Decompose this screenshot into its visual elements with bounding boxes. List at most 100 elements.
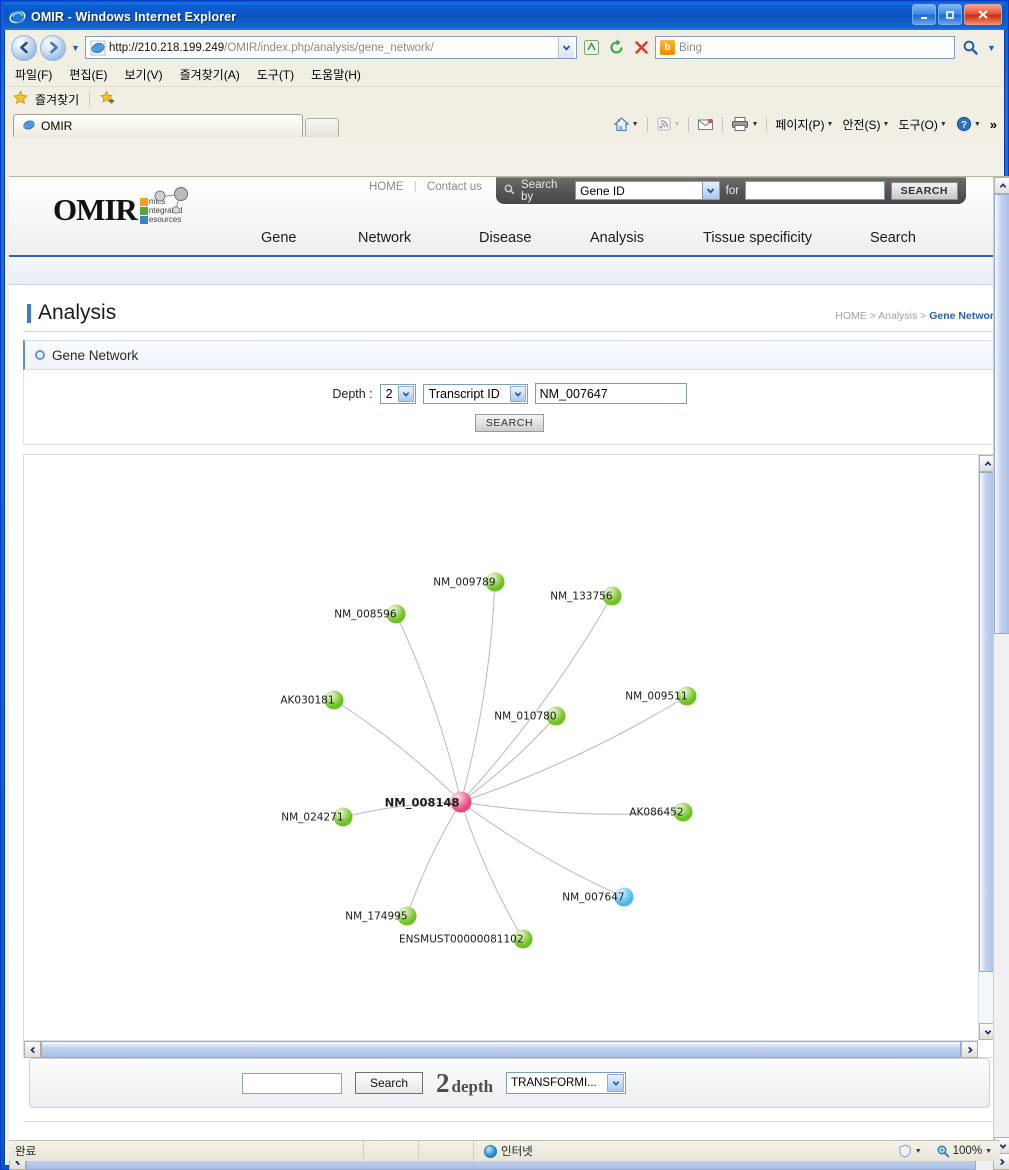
security-zone[interactable]: 인터넷 (474, 1143, 543, 1159)
recent-pages-chevron-icon[interactable]: ▼ (69, 43, 82, 53)
add-to-favorites-icon[interactable] (100, 90, 115, 108)
back-button[interactable] (11, 34, 37, 61)
nav-item-gene[interactable]: Gene (261, 230, 296, 246)
chevron-down-icon (509, 385, 526, 402)
menu-item-edit[interactable]: 편집(E) (69, 66, 107, 83)
search-icon (504, 182, 515, 200)
link-home[interactable]: HOME (369, 181, 404, 193)
graph-scroll-right-button[interactable] (961, 1041, 978, 1058)
id-type-select[interactable]: Transcript ID (422, 383, 528, 404)
site-search-input[interactable] (745, 181, 885, 200)
nav-item-search[interactable]: Search (870, 230, 916, 246)
command-bar-overflow[interactable]: » (987, 117, 1000, 132)
nav-item-analysis[interactable]: Analysis (590, 230, 644, 246)
gene-network-canvas[interactable]: NM_008148 NM_009789 NM_008596 NM_133756 AK03… (24, 455, 978, 1040)
mail-icon[interactable] (694, 117, 717, 132)
tab-omir[interactable]: OMIR (13, 114, 303, 137)
zoom-control[interactable]: 100% ▼ (928, 1144, 1000, 1158)
menu-item-file[interactable]: 파일(F) (15, 66, 52, 83)
search-type-select[interactable]: Gene ID (575, 181, 720, 200)
compatibility-view-icon[interactable] (580, 36, 602, 59)
section-header-gene-network: Gene Network (23, 340, 996, 370)
command-tools-menu[interactable]: 도구(O) ▼ (895, 116, 949, 133)
command-page-menu[interactable]: 페이지(P) ▼ (772, 116, 836, 133)
network-node-ensmust00000081102[interactable]: ENSMUST00000081102 (399, 929, 533, 949)
nav-item-tissue-specificity[interactable]: Tissue specificity (703, 230, 812, 246)
nav-item-network[interactable]: Network (358, 230, 411, 246)
print-icon[interactable]: ▼ (728, 116, 761, 132)
network-node-nm_024271[interactable]: NM_024271 (281, 807, 353, 827)
print-chevron-icon[interactable]: ▼ (751, 121, 758, 128)
gene-id-input[interactable]: NM_007647 (534, 383, 687, 404)
search-button[interactable]: SEARCH (474, 414, 545, 432)
id-type-value: Transcript ID (428, 386, 500, 401)
page-vertical-scrollbar[interactable] (993, 177, 1009, 1153)
menu-item-favorites[interactable]: 즐겨찾기(A) (180, 66, 240, 83)
new-tab-button[interactable] (305, 118, 339, 137)
protected-mode-icon[interactable]: ▼ (892, 1141, 928, 1161)
network-node-nm_008596[interactable]: NM_008596 (334, 604, 406, 624)
close-button[interactable] (964, 4, 1002, 25)
network-node-nm_007647[interactable]: NM_007647 (562, 887, 634, 907)
chevron-down-icon[interactable]: ▼ (915, 1148, 922, 1155)
network-node-nm_008148[interactable]: NM_008148 (385, 791, 472, 813)
page-favicon-icon (90, 40, 106, 56)
graph-horizontal-scrollbar[interactable] (24, 1040, 978, 1058)
node-label: NM_010780 (494, 710, 557, 722)
menu-item-help[interactable]: 도움말(H) (311, 66, 361, 83)
search-go-icon[interactable] (958, 36, 982, 59)
home-icon[interactable]: ▼ (610, 116, 642, 133)
search-provider-chevron-icon[interactable]: ▼ (985, 43, 998, 53)
gene-name-select[interactable]: TRANSFORMI... (506, 1072, 627, 1094)
tab-favicon-icon (22, 118, 36, 135)
network-node-nm_133756[interactable]: NM_133756 (550, 586, 622, 606)
browser-search-input[interactable]: b Bing (655, 36, 955, 59)
address-input[interactable]: http://210.218.199.249/OMIR/index.php/an… (85, 36, 577, 59)
gene-network-form: Depth : 2 Transcript ID NM_007647 SEARCH (23, 370, 996, 445)
minimize-button[interactable] (912, 4, 936, 25)
network-node-nm_009511[interactable]: NM_009511 (625, 686, 697, 706)
site-search-button[interactable]: SEARCH (890, 181, 958, 200)
network-node-ak030181[interactable]: AK030181 (280, 690, 344, 710)
chevron-down-icon: ▼ (826, 120, 834, 128)
nav-item-disease[interactable]: Disease (479, 230, 531, 246)
stop-icon[interactable] (630, 36, 652, 59)
favorites-bar-label[interactable]: 즐겨찾기 (35, 91, 79, 108)
menu-item-tools[interactable]: 도구(T) (257, 66, 294, 83)
graph-hscroll-thumb[interactable] (41, 1041, 961, 1058)
network-node-nm_010780[interactable]: NM_010780 (494, 706, 566, 726)
breadcrumb-path[interactable]: HOME > Analysis > (835, 310, 929, 322)
node-label: NM_008596 (334, 608, 397, 620)
graph-search-button[interactable]: Search (355, 1072, 424, 1094)
rss-feeds-icon[interactable]: ▼ (653, 116, 684, 132)
chevron-down-icon: ▼ (882, 120, 890, 128)
refresh-icon[interactable] (605, 36, 627, 59)
help-icon[interactable]: ? ▼ (953, 116, 984, 132)
chevron-down-icon (701, 182, 719, 199)
forward-button[interactable] (40, 34, 66, 61)
command-safety-menu[interactable]: 안전(S) ▼ (839, 116, 892, 133)
address-dropdown-icon[interactable] (558, 37, 574, 58)
status-text: 완료 (15, 1146, 37, 1158)
page-scroll-up-button[interactable] (994, 177, 1009, 194)
menu-item-view[interactable]: 보기(V) (124, 66, 162, 83)
star-icon (13, 90, 28, 108)
graph-search-input[interactable] (242, 1072, 342, 1094)
maximize-button[interactable] (938, 4, 962, 25)
network-node-nm_174995[interactable]: NM_174995 (345, 906, 417, 926)
network-node-ak086452[interactable]: AK086452 (629, 802, 693, 822)
top-links: HOME | Contact us (369, 181, 482, 193)
browser-window: OMIR - Windows Internet Explorer ▼ http:… (0, 0, 1009, 1170)
internet-explorer-icon (9, 8, 26, 25)
home-chevron-icon[interactable]: ▼ (632, 121, 639, 128)
security-zone-label: 인터넷 (501, 1146, 533, 1158)
page-scroll-thumb[interactable] (994, 194, 1009, 634)
chevron-down-icon[interactable]: ▼ (974, 121, 981, 128)
graph-scroll-left-button[interactable] (24, 1041, 41, 1058)
link-contact-us[interactable]: Contact us (427, 181, 482, 193)
network-node-nm_009789[interactable]: NM_009789 (433, 572, 505, 592)
site-logo[interactable]: OMIR mics ntegrated esources (53, 187, 188, 227)
chevron-down-icon[interactable]: ▼ (985, 1148, 992, 1155)
browser-search-placeholder: Bing (679, 41, 703, 54)
depth-select[interactable]: 2 (379, 383, 416, 404)
